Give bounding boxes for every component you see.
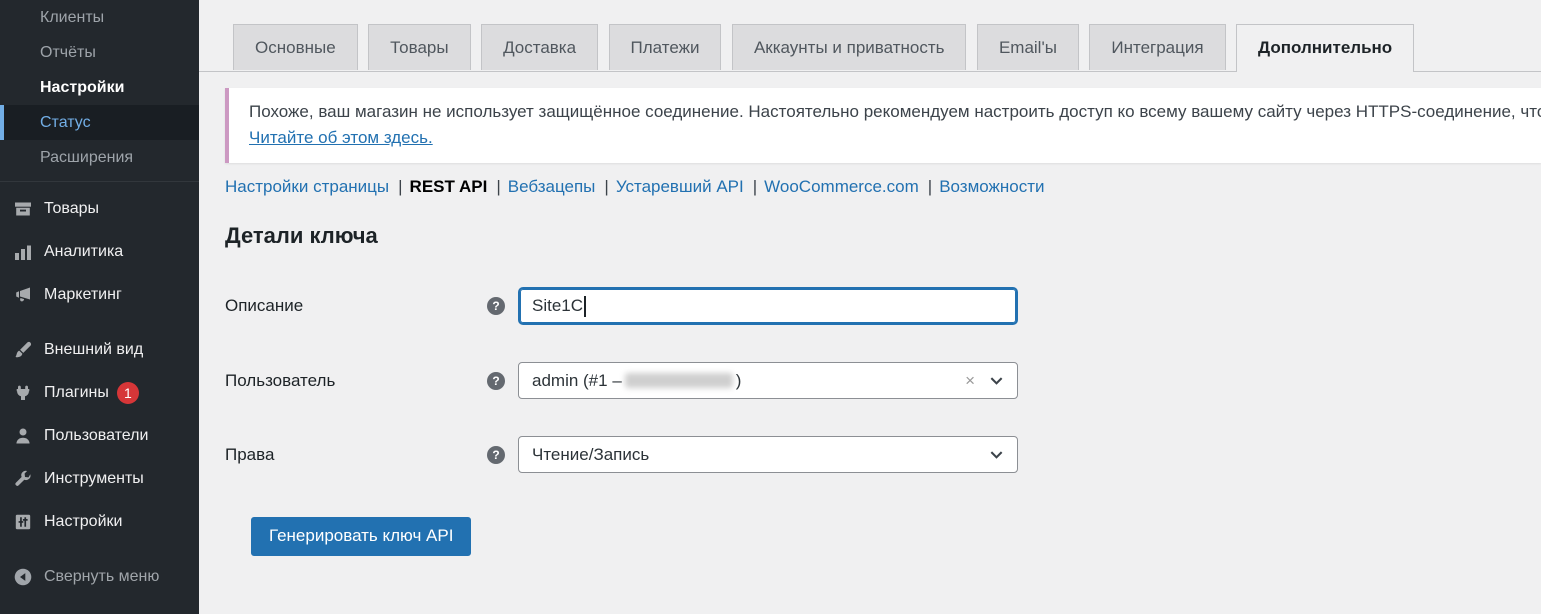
plugins-update-badge: 1 bbox=[117, 382, 139, 404]
user-label: Пользователь bbox=[225, 371, 487, 391]
sidebar-item-users[interactable]: Пользователи bbox=[0, 414, 199, 457]
user-icon bbox=[13, 426, 33, 446]
chevron-down-icon bbox=[989, 447, 1004, 462]
sidebar-item-label: Плагины bbox=[44, 384, 109, 402]
subnav-webhooks[interactable]: Вебзацепы bbox=[508, 177, 596, 196]
permissions-row: Права ? Чтение/Запись bbox=[225, 436, 1541, 473]
https-warning-notice: Похоже, ваш магазин не использует защищё… bbox=[225, 88, 1541, 163]
sidebar-group-gap bbox=[0, 316, 199, 328]
paintbrush-icon bbox=[13, 340, 33, 360]
description-row: Описание ? Site1C bbox=[225, 287, 1541, 325]
sidebar-item-marketing[interactable]: Маркетинг bbox=[0, 273, 199, 316]
help-icon[interactable]: ? bbox=[487, 372, 505, 390]
tab-payments[interactable]: Платежи bbox=[609, 24, 722, 70]
admin-sidebar: Клиенты Отчёты Настройки Статус Расширен… bbox=[0, 0, 199, 614]
megaphone-icon bbox=[13, 285, 33, 305]
key-details-form: Описание ? Site1C Пользователь ? admin (… bbox=[225, 287, 1541, 556]
collapse-menu-button[interactable]: Свернуть меню bbox=[0, 555, 199, 598]
woocommerce-submenu: Клиенты Отчёты Настройки Статус Расширен… bbox=[0, 0, 199, 175]
subnav-features[interactable]: Возможности bbox=[939, 177, 1044, 196]
sidebar-item-products[interactable]: Товары bbox=[0, 187, 199, 230]
sliders-icon bbox=[13, 512, 33, 532]
subnav-rest-api-current[interactable]: REST API bbox=[410, 177, 488, 196]
generate-api-key-button[interactable]: Генерировать ключ API bbox=[251, 517, 471, 556]
help-icon[interactable]: ? bbox=[487, 297, 505, 315]
sidebar-main-menu: Товары Аналитика Маркетинг Внешний вид bbox=[0, 182, 199, 598]
sidebar-item-extensions[interactable]: Расширения bbox=[0, 140, 199, 175]
collapse-arrow-icon bbox=[13, 567, 33, 587]
user-row: Пользователь ? admin (#1 – ) × bbox=[225, 362, 1541, 399]
advanced-section-subnav: Настройки страницы | REST API | Вебзацепы | Ус… bbox=[225, 177, 1541, 197]
subnav-separator: | bbox=[753, 177, 757, 196]
subnav-legacy-api[interactable]: Устаревший API bbox=[616, 177, 744, 196]
sidebar-item-label: Инструменты bbox=[44, 470, 144, 488]
settings-tab-bar: Основные Товары Доставка Платежи Аккаунт… bbox=[199, 0, 1541, 72]
subnav-separator: | bbox=[928, 177, 932, 196]
subnav-woocommerce-com[interactable]: WooCommerce.com bbox=[764, 177, 919, 196]
help-icon[interactable]: ? bbox=[487, 446, 505, 464]
description-label: Описание bbox=[225, 296, 487, 316]
sidebar-item-customers[interactable]: Клиенты bbox=[0, 0, 199, 35]
user-value-suffix: ) bbox=[736, 371, 742, 391]
tab-general[interactable]: Основные bbox=[233, 24, 358, 70]
permissions-value: Чтение/Запись bbox=[532, 445, 649, 465]
subnav-separator: | bbox=[496, 177, 500, 196]
sidebar-item-label: Внешний вид bbox=[44, 341, 143, 359]
tab-integration[interactable]: Интеграция bbox=[1089, 24, 1225, 70]
sidebar-item-label: Свернуть меню bbox=[44, 568, 159, 586]
sidebar-item-tools[interactable]: Инструменты bbox=[0, 457, 199, 500]
subnav-separator: | bbox=[604, 177, 608, 196]
sidebar-item-appearance[interactable]: Внешний вид bbox=[0, 328, 199, 371]
clear-selection-icon[interactable]: × bbox=[965, 372, 975, 389]
user-value-prefix: admin (#1 – bbox=[532, 371, 622, 391]
notice-text: Похоже, ваш магазин не использует защищё… bbox=[249, 102, 1541, 121]
subnav-page-setup[interactable]: Настройки страницы bbox=[225, 177, 389, 196]
tab-emails[interactable]: Email'ы bbox=[977, 24, 1079, 70]
subnav-separator: | bbox=[398, 177, 402, 196]
page-title: Детали ключа bbox=[225, 223, 1541, 249]
sidebar-item-label: Товары bbox=[44, 200, 99, 218]
settings-page: Основные Товары Доставка Платежи Аккаунт… bbox=[199, 0, 1541, 614]
sidebar-group-gap bbox=[0, 543, 199, 555]
analytics-bars-icon bbox=[13, 242, 33, 262]
sidebar-item-label: Маркетинг bbox=[44, 286, 122, 304]
description-value: Site1C bbox=[532, 296, 583, 316]
tab-advanced[interactable]: Дополнительно bbox=[1236, 24, 1414, 72]
sidebar-item-reports[interactable]: Отчёты bbox=[0, 35, 199, 70]
sidebar-item-plugins[interactable]: Плагины 1 bbox=[0, 371, 199, 414]
sidebar-item-label: Аналитика bbox=[44, 243, 123, 261]
permissions-select[interactable]: Чтение/Запись bbox=[518, 436, 1018, 473]
tab-shipping[interactable]: Доставка bbox=[481, 24, 598, 70]
tab-accounts-privacy[interactable]: Аккаунты и приватность bbox=[732, 24, 967, 70]
redacted-email bbox=[625, 373, 733, 388]
sidebar-item-settings-current[interactable]: Настройки bbox=[0, 70, 199, 105]
sidebar-item-wp-settings[interactable]: Настройки bbox=[0, 500, 199, 543]
text-cursor bbox=[584, 296, 586, 317]
plugin-icon bbox=[13, 383, 33, 403]
sidebar-item-analytics[interactable]: Аналитика bbox=[0, 230, 199, 273]
permissions-label: Права bbox=[225, 445, 487, 465]
sidebar-item-status[interactable]: Статус bbox=[0, 105, 199, 140]
products-box-icon bbox=[13, 199, 33, 219]
tab-products[interactable]: Товары bbox=[368, 24, 470, 70]
description-input[interactable]: Site1C bbox=[518, 287, 1018, 325]
user-select[interactable]: admin (#1 – ) × bbox=[518, 362, 1018, 399]
chevron-down-icon bbox=[989, 373, 1004, 388]
sidebar-item-label: Пользователи bbox=[44, 427, 148, 445]
wrench-icon bbox=[13, 469, 33, 489]
notice-read-more-link[interactable]: Читайте об этом здесь. bbox=[249, 128, 433, 147]
sidebar-item-label: Настройки bbox=[44, 513, 122, 531]
